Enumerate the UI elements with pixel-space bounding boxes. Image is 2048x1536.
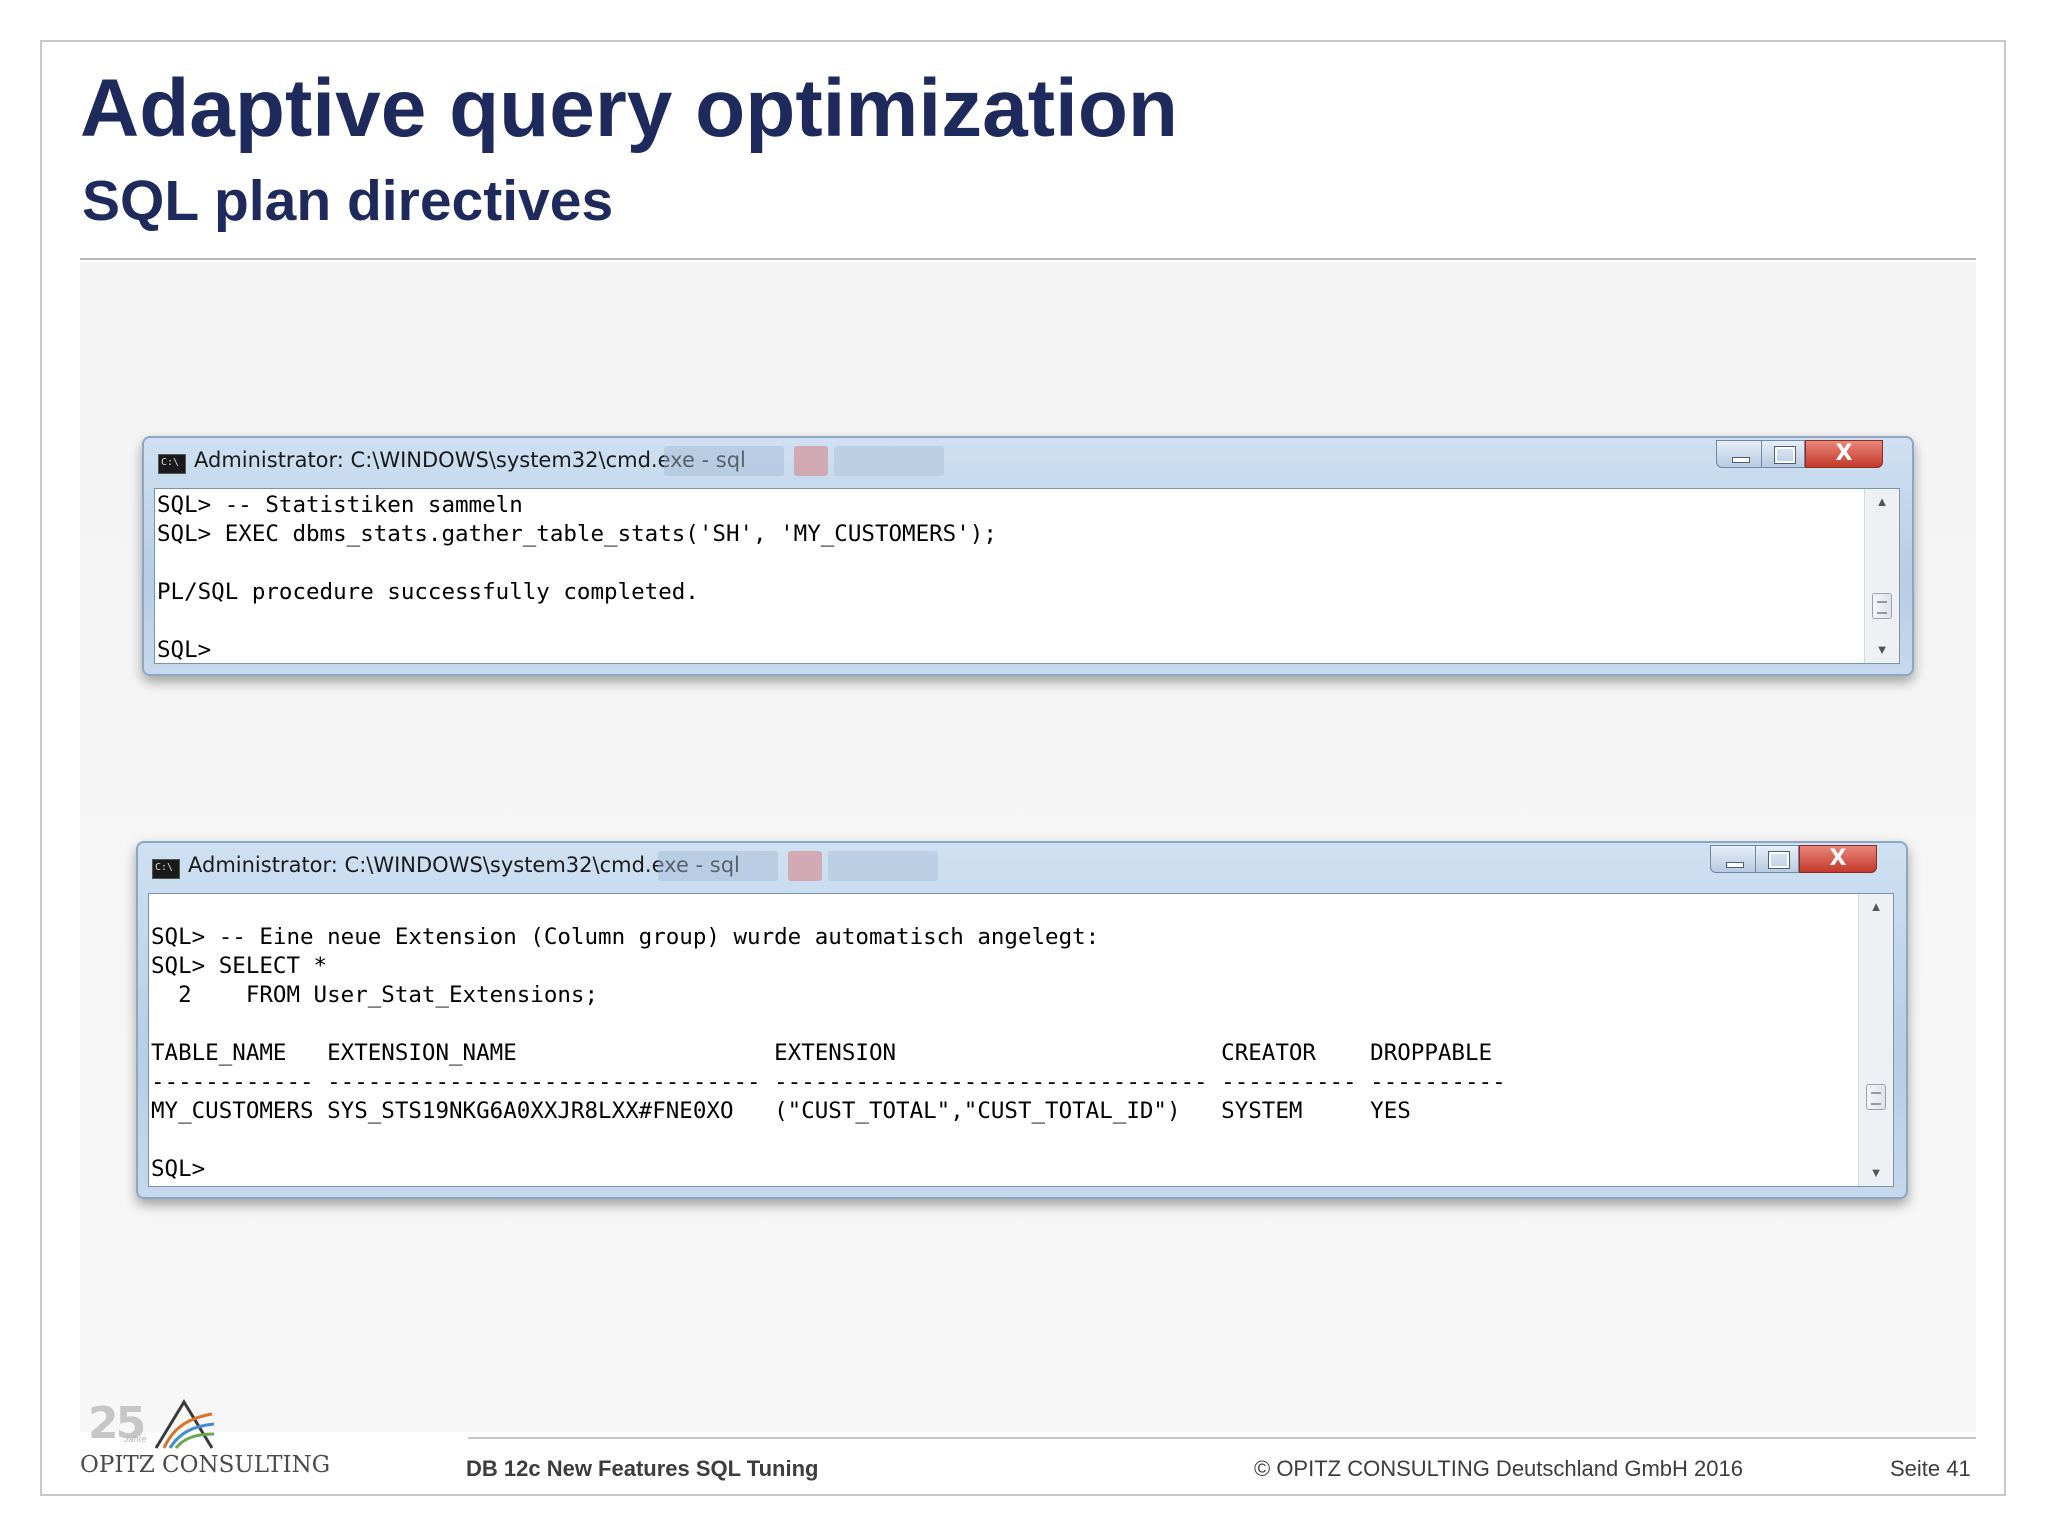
scroll-down-icon[interactable]: ▼ [1859, 1160, 1893, 1186]
cmd-icon [152, 859, 180, 879]
scrollbar-thumb[interactable] [1872, 593, 1892, 619]
cmd-window-statistics[interactable]: Administrator: C:\WINDOWS\system32\cmd.e… [142, 436, 1914, 676]
minimize-icon [1717, 441, 1761, 467]
background-tab [664, 446, 784, 476]
window-titlebar[interactable]: Administrator: C:\WINDOWS\system32\cmd.e… [138, 843, 1906, 889]
console-output[interactable]: SQL> -- Statistiken sammeln SQL> EXEC db… [154, 488, 1900, 664]
maximize-icon [1756, 846, 1798, 872]
scroll-down-icon[interactable]: ▼ [1865, 637, 1899, 663]
vertical-scrollbar[interactable]: ▲ ▼ [1858, 894, 1893, 1186]
background-tab [794, 446, 828, 476]
footer-presentation-title: DB 12c New Features SQL Tuning [466, 1456, 819, 1481]
slide-title: Adaptive query optimization [80, 63, 1178, 154]
scroll-up-icon[interactable]: ▲ [1865, 489, 1899, 515]
maximize-icon [1762, 441, 1804, 467]
footer-page-number: Seite 41 [1890, 1456, 1971, 1481]
vertical-scrollbar[interactable]: ▲ ▼ [1864, 489, 1899, 663]
cmd-icon [158, 454, 186, 474]
title-divider [80, 258, 1976, 260]
close-icon: X [1829, 846, 1847, 871]
scroll-up-icon[interactable]: ▲ [1859, 894, 1893, 920]
console-text: SQL> -- Eine neue Extension (Column grou… [151, 924, 1506, 1182]
console-text: SQL> -- Statistiken sammeln SQL> EXEC db… [157, 492, 997, 663]
close-button[interactable]: X [1805, 440, 1883, 468]
cmd-window-extensions[interactable]: Administrator: C:\WINDOWS\system32\cmd.e… [136, 841, 1908, 1199]
footer-copyright: © OPITZ CONSULTING Deutschland GmbH 2016 [1254, 1456, 1743, 1481]
maximize-button[interactable] [1755, 845, 1799, 873]
slide-subtitle: SQL plan directives [82, 169, 614, 233]
background-tab [828, 851, 938, 881]
minimize-button[interactable] [1710, 845, 1756, 873]
console-output[interactable]: SQL> -- Eine neue Extension (Column grou… [148, 893, 1894, 1187]
background-tab [788, 851, 822, 881]
logo-mark-icon [154, 1399, 215, 1449]
background-tab [834, 446, 944, 476]
background-tab [658, 851, 778, 881]
maximize-button[interactable] [1761, 440, 1805, 468]
window-titlebar[interactable]: Administrator: C:\WINDOWS\system32\cmd.e… [144, 438, 1912, 484]
logo-anniversary-label: Jahre [124, 1434, 147, 1444]
logo-wordmark: OPITZ CONSULTING [80, 1452, 331, 1478]
minimize-button[interactable] [1716, 440, 1762, 468]
close-button[interactable]: X [1799, 845, 1877, 873]
company-logo: 25 Jahre OPITZ CONSULTING [80, 1396, 330, 1486]
minimize-icon [1711, 846, 1755, 872]
close-icon: X [1835, 441, 1853, 466]
scrollbar-thumb[interactable] [1866, 1084, 1886, 1110]
footer-divider [468, 1437, 1976, 1439]
